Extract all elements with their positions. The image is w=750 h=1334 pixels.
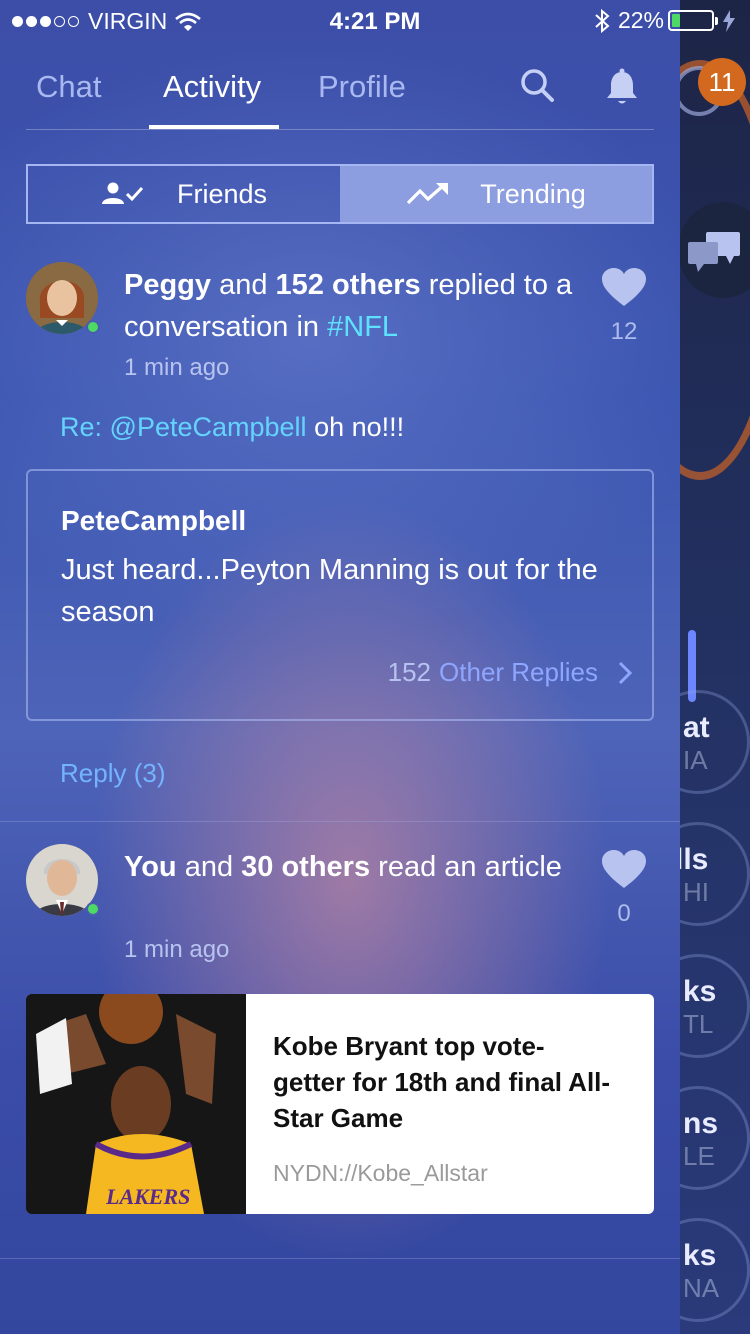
like-count: 12: [610, 318, 638, 345]
trending-icon: [407, 183, 449, 205]
jersey-lettering: LAKERS: [106, 1184, 190, 1209]
article-thumbnail: LAKERS: [26, 994, 246, 1214]
battery-icon: [668, 10, 718, 31]
notification-badge: 11: [698, 58, 746, 106]
action-text: read an article: [378, 851, 562, 883]
feed-filter-segment: Friends Trending: [26, 164, 654, 224]
search-button[interactable]: [518, 67, 558, 107]
others-count[interactable]: 152 others: [276, 269, 421, 301]
heart-icon: [602, 268, 646, 306]
mention-link[interactable]: @PeteCampbell: [110, 412, 307, 442]
tab-chat[interactable]: Chat: [36, 69, 101, 105]
feed-divider: [0, 821, 680, 822]
like-button[interactable]: 0: [602, 850, 646, 927]
tab-profile[interactable]: Profile: [318, 69, 406, 105]
online-indicator: [86, 320, 100, 334]
online-indicator: [86, 902, 100, 916]
background-screen: 11 at IA lls HI ks TL ns LE ks NA: [680, 0, 750, 1334]
quote-text: Just heard...Peyton Manning is out for t…: [61, 554, 598, 628]
others-count[interactable]: 30 others: [241, 851, 370, 883]
activity-panel: Chat Activity Profile Friends Trending P…: [0, 0, 680, 1334]
actor-name[interactable]: You: [124, 851, 177, 883]
connector-text: and: [184, 851, 234, 883]
background-team: at IA: [680, 690, 750, 794]
notifications-button[interactable]: [602, 67, 642, 107]
feed-divider: [0, 1258, 680, 1259]
bluetooth-icon: [595, 8, 610, 33]
hashtag-link[interactable]: #NFL: [327, 311, 398, 343]
nav-divider: [26, 129, 654, 130]
team-city: TL: [683, 1009, 714, 1039]
charging-icon: [723, 9, 735, 32]
quote-author: PeteCampbell: [61, 505, 247, 536]
top-navigation: Chat Activity Profile: [0, 55, 680, 131]
team-city: HI: [683, 877, 709, 907]
background-team: ns LE: [680, 1086, 750, 1190]
chevron-right-icon: [618, 661, 632, 684]
status-right: 22%: [594, 7, 736, 34]
article-body: Kobe Bryant top vote-getter for 18th and…: [246, 994, 654, 1214]
chat-bubbles-icon: [688, 232, 740, 272]
team-abbr: ns: [683, 1107, 719, 1140]
team-city: LE: [683, 1141, 715, 1171]
quoted-message[interactable]: PeteCampbell Just heard...Peyton Manning…: [26, 469, 654, 721]
like-count: 0: [617, 900, 631, 927]
other-replies-link[interactable]: 152 Other Replies: [388, 657, 632, 688]
reply-text: oh no!!!: [314, 412, 405, 442]
background-chat-button: [680, 202, 750, 298]
battery-level: [672, 14, 681, 27]
background-team: ks NA: [680, 1218, 750, 1322]
battery-percent: 22%: [617, 7, 664, 33]
reply-button[interactable]: Reply (3): [60, 758, 165, 789]
team-city: IA: [683, 745, 708, 775]
segment-friends-label: Friends: [176, 178, 268, 209]
team-abbr: ks: [683, 1239, 717, 1272]
timestamp: 1 min ago: [124, 354, 230, 381]
team-abbr: lls: [680, 843, 709, 876]
bell-icon: [607, 68, 637, 104]
segment-trending-label: Trending: [480, 178, 586, 209]
like-button[interactable]: 12: [602, 268, 646, 345]
team-city: NA: [683, 1273, 720, 1303]
article-source: NYDN://Kobe_Allstar: [273, 1160, 488, 1186]
tab-activity[interactable]: Activity: [163, 69, 261, 105]
friends-icon: [101, 182, 144, 204]
segment-trending[interactable]: Trending: [340, 166, 652, 222]
replies-label: Other Replies: [439, 657, 598, 687]
actor-name[interactable]: Peggy: [124, 269, 211, 301]
background-team: lls HI: [680, 822, 750, 926]
search-icon: [521, 69, 554, 102]
activity-headline: You and 30 others read an article: [124, 846, 584, 888]
connector-text: and: [219, 269, 268, 301]
article-title: Kobe Bryant top vote-getter for 18th and…: [273, 1031, 611, 1133]
team-abbr: ks: [683, 975, 717, 1008]
reply-preview: Re: @PeteCampbell oh no!!!: [60, 412, 404, 443]
article-photo: [26, 994, 246, 1214]
activity-headline: Peggy and 152 others replied to a conver…: [124, 264, 584, 348]
jersey-text: LAKERS: [106, 1184, 190, 1209]
heart-icon: [602, 850, 646, 888]
status-bar: VIRGIN 4:21 PM 22%: [0, 0, 750, 40]
team-abbr: at: [683, 711, 710, 744]
timestamp: 1 min ago: [124, 936, 230, 963]
replies-count: 152: [387, 657, 432, 687]
segment-friends[interactable]: Friends: [28, 166, 340, 222]
re-prefix: Re:: [60, 412, 103, 442]
background-team: ks TL: [680, 954, 750, 1058]
article-card[interactable]: LAKERS Kobe Bryant top vote-getter for 1…: [26, 994, 654, 1214]
